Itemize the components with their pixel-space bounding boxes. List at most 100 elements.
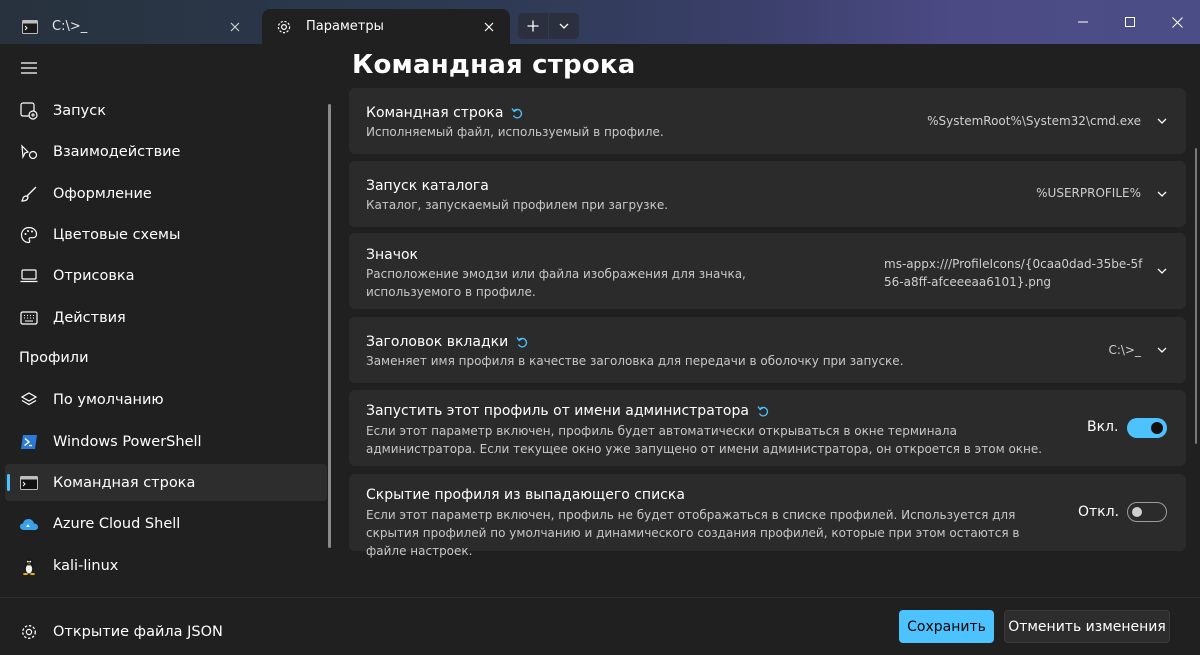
toggle-knob: [1132, 507, 1142, 517]
open-json-button[interactable]: Открытие файла JSON: [5, 613, 327, 650]
tab-cmd[interactable]: C:\>_: [8, 9, 256, 44]
close-icon: [1171, 16, 1183, 28]
setting-title: Командная строка: [366, 105, 525, 121]
sidebar-item-label: По умолчанию: [53, 391, 164, 408]
menu-toggle-button[interactable]: [10, 52, 48, 84]
discard-changes-button[interactable]: Отменить изменения: [1004, 610, 1170, 643]
chevron-down-icon: [559, 23, 569, 29]
sidebar-item-label: kali-linux: [53, 557, 119, 574]
setting-description: Заменяет имя профиля в качестве заголовк…: [366, 354, 904, 368]
sidebar-item-label: Azure Cloud Shell: [53, 515, 181, 532]
sidebar-item-appearance[interactable]: Оформление: [5, 175, 327, 212]
run-as-admin-toggle[interactable]: [1127, 418, 1167, 438]
gear-icon: [19, 622, 39, 642]
chevron-down-icon[interactable]: [1154, 113, 1170, 129]
sidebar-item-defaults[interactable]: По умолчанию: [5, 381, 327, 418]
brush-icon: [19, 184, 39, 204]
chevron-down-icon[interactable]: [1154, 263, 1170, 279]
hamburger-icon: [21, 62, 37, 74]
tab-settings[interactable]: Параметры: [262, 9, 510, 44]
sidebar-item-label: Цветовые схемы: [53, 226, 181, 243]
close-tab-icon[interactable]: [218, 14, 252, 40]
reset-icon[interactable]: [757, 404, 771, 418]
linux-icon: [19, 556, 39, 576]
sidebar-scrollbar[interactable]: [328, 104, 331, 548]
new-tab-button[interactable]: [518, 13, 548, 39]
main-scrollbar[interactable]: [1195, 148, 1197, 444]
sidebar-item-powershell[interactable]: Windows PowerShell: [5, 423, 327, 460]
sidebar-item-launch[interactable]: Запуск: [5, 92, 327, 129]
profiles-header: Профили: [19, 350, 89, 366]
setting-description: Исполняемый файл, используемый в профиле…: [366, 125, 664, 139]
sidebar-divider: [0, 597, 336, 598]
tab-dropdown-button[interactable]: [549, 13, 579, 39]
sidebar-item-rendering[interactable]: Отрисовка: [5, 257, 327, 294]
setting-value: %SystemRoot%\System32\cmd.exe: [927, 114, 1141, 128]
setting-value: ms-appx:///ProfileIcons/{0caa0dad-35be-5…: [884, 257, 1143, 289]
setting-commandline[interactable]: Командная строка Исполняемый файл, испол…: [349, 88, 1186, 154]
sidebar-item-label: Командная строка: [53, 474, 196, 491]
toggle-knob: [1151, 422, 1163, 434]
setting-title: Запустить этот профиль от имени админист…: [366, 403, 771, 419]
setting-description: Каталог, запускаемый профилем при загруз…: [366, 198, 669, 212]
sidebar-item-label: Запуск: [53, 102, 106, 119]
sidebar-item-azure[interactable]: Azure Cloud Shell: [5, 505, 327, 542]
reset-icon[interactable]: [516, 335, 530, 349]
setting-tab-title[interactable]: Заголовок вкладки Заменяет имя профиля в…: [349, 317, 1186, 383]
sidebar-item-color-schemes[interactable]: Цветовые схемы: [5, 216, 327, 253]
toggle-state-label: Вкл.: [1087, 419, 1119, 435]
sidebar-item-interaction[interactable]: Взаимодействие: [5, 133, 327, 170]
monitor-icon: [19, 266, 39, 286]
setting-starting-directory[interactable]: Запуск каталога Каталог, запускаемый про…: [349, 161, 1186, 227]
page-title: Командная строка: [352, 50, 636, 80]
gear-icon: [276, 19, 292, 35]
setting-hide-profile[interactable]: Скрытие профиля из выпадающего списка Ес…: [349, 474, 1186, 558]
sidebar-item-label: Действия: [53, 309, 126, 326]
reset-icon[interactable]: [511, 106, 525, 120]
title-bar: C:\>_ Параметры: [0, 0, 1200, 44]
setting-title: Скрытие профиля из выпадающего списка: [366, 487, 685, 503]
toggle-state-label: Откл.: [1078, 504, 1120, 520]
setting-value: %USERPROFILE%: [1036, 186, 1141, 200]
setting-value: C:\>_: [1108, 343, 1141, 357]
setting-icon[interactable]: Значок Расположение эмодзи или файла изо…: [349, 233, 1186, 309]
setting-title: Запуск каталога: [366, 178, 489, 194]
sidebar: Запуск Взаимодействие Оформление Цветовы…: [0, 44, 336, 655]
tab-title: C:\>_: [52, 19, 88, 34]
setting-run-as-admin[interactable]: Запустить этот профиль от имени админист…: [349, 390, 1186, 466]
setting-title: Заголовок вкладки: [366, 334, 530, 350]
setting-description: Расположение эмодзи или файла изображени…: [366, 267, 746, 299]
setting-title: Значок: [366, 247, 419, 263]
sidebar-item-cmd[interactable]: Командная строка: [5, 464, 327, 501]
sidebar-item-label: Оформление: [53, 185, 152, 202]
close-tab-icon[interactable]: [472, 14, 506, 40]
chevron-down-icon[interactable]: [1154, 186, 1170, 202]
maximize-icon: [1125, 17, 1135, 27]
keyboard-icon: [19, 308, 39, 328]
sidebar-item-label: Windows PowerShell: [53, 433, 202, 450]
sidebar-item-kali[interactable]: kali-linux: [5, 547, 327, 584]
setting-description: Если этот параметр включен, профиль не б…: [366, 508, 1020, 558]
footer-divider: [336, 597, 1200, 598]
chevron-down-icon[interactable]: [1154, 342, 1170, 358]
interaction-icon: [19, 142, 39, 162]
hide-profile-toggle[interactable]: [1127, 502, 1167, 522]
plus-icon: [527, 20, 539, 32]
minimize-icon: [1078, 21, 1088, 23]
launch-icon: [19, 101, 39, 121]
cmd-icon: [19, 473, 39, 493]
azure-icon: [19, 514, 39, 534]
layers-icon: [19, 390, 39, 410]
powershell-icon: [19, 432, 39, 452]
sidebar-item-label: Открытие файла JSON: [53, 623, 223, 640]
palette-icon: [19, 225, 39, 245]
sidebar-item-actions[interactable]: Действия: [5, 299, 327, 336]
tab-title: Параметры: [306, 19, 384, 34]
minimize-button[interactable]: [1060, 0, 1106, 44]
maximize-button[interactable]: [1107, 0, 1153, 44]
close-window-button[interactable]: [1154, 0, 1200, 44]
save-button[interactable]: Сохранить: [899, 610, 994, 643]
cmd-icon: [22, 19, 38, 35]
sidebar-item-label: Отрисовка: [53, 267, 135, 284]
setting-description: Если этот параметр включен, профиль буде…: [366, 424, 1043, 456]
